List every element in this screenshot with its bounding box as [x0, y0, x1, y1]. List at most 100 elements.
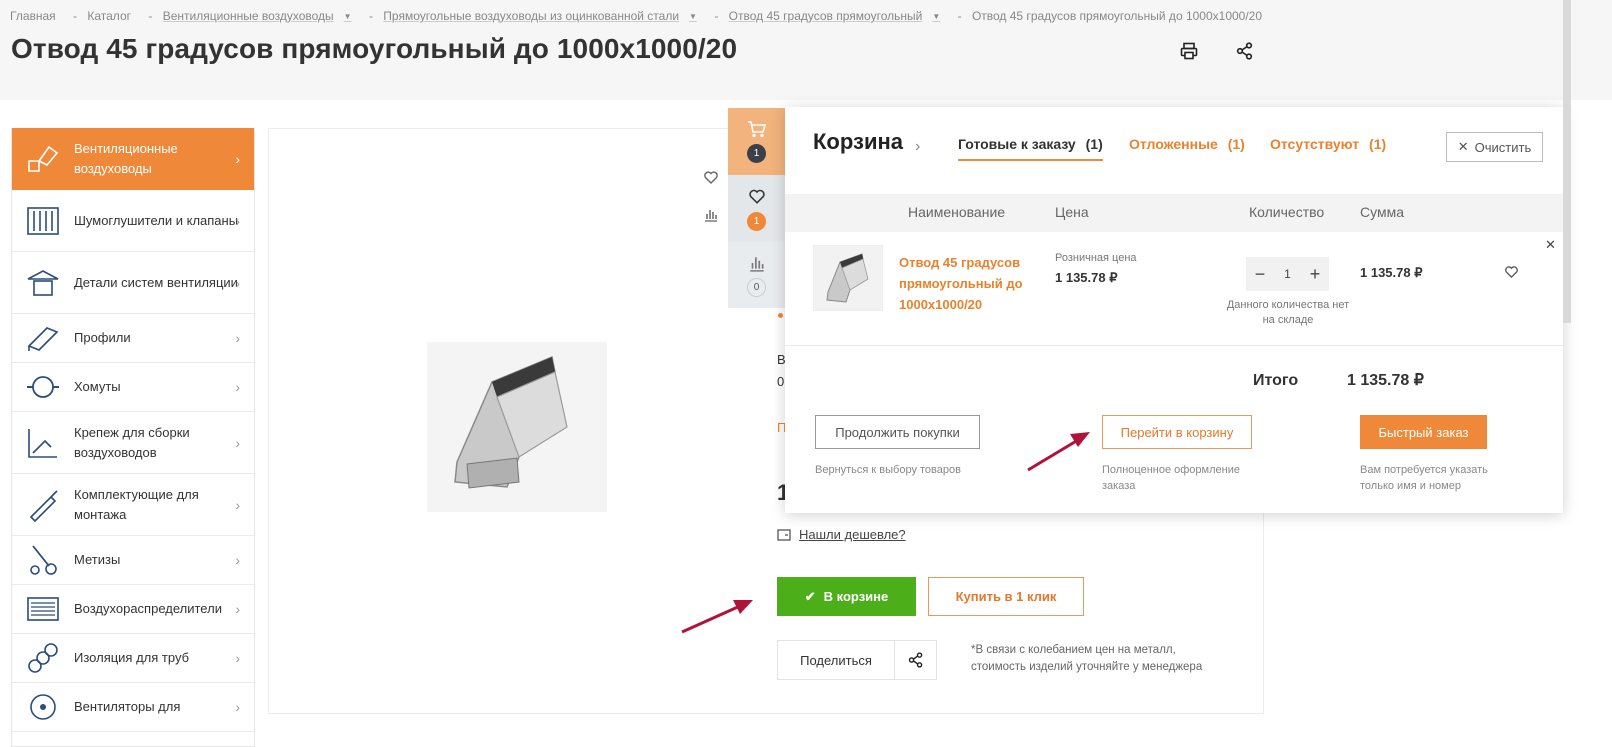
roof-cap-icon: [27, 269, 59, 296]
breadcrumb-item-current: Отвод 45 градусов прямоугольный до 1000x…: [971, 9, 1263, 23]
compare-chart-icon: [750, 257, 764, 272]
chevron-right-icon: ›: [235, 496, 240, 513]
cart-count-badge: 1: [747, 144, 766, 163]
page-header: Главная - Каталог - Вентиляционные возду…: [0, 0, 1612, 100]
page-scrollbar[interactable]: [1563, 0, 1571, 323]
share-icon-button[interactable]: [895, 641, 936, 679]
increase-quantity-button[interactable]: +: [1307, 264, 1323, 285]
sidebar-item-label: Вентиляторы для: [74, 699, 181, 714]
sidebar-item-ventilation-ducts[interactable]: Вентиляционные воздуховоды ›: [12, 128, 254, 190]
quantity-value[interactable]: 1: [1284, 267, 1291, 281]
chevron-right-icon: ›: [235, 699, 240, 715]
breadcrumb-item-ventilation-ducts[interactable]: Вентиляционные воздуховоды ▼: [163, 9, 359, 23]
breadcrumb-item-elbow-45[interactable]: Отвод 45 градусов прямоугольный ▼: [729, 9, 948, 23]
sidebar-item-fans[interactable]: Вентиляторы для ›: [12, 683, 254, 732]
sidebar-item-pipe-insulation[interactable]: Изоляция для труб ›: [12, 634, 254, 683]
chevron-right-icon: ›: [235, 552, 240, 568]
tab-ready-to-order[interactable]: Готовые к заказу (1): [958, 136, 1103, 161]
chevron-right-icon: ›: [235, 379, 240, 395]
slider-dot[interactable]: [778, 313, 783, 318]
cart-popup: Корзина › Готовые к заказу (1) Отложенны…: [785, 107, 1563, 513]
buy-one-click-button[interactable]: Купить в 1 клик: [928, 577, 1084, 616]
catalog-sidebar: Вентиляционные воздуховоды › Шумоглушите…: [11, 128, 255, 747]
clamp-icon: [27, 376, 59, 398]
sidebar-item-vent-parts[interactable]: Детали систем вентиляции ›: [12, 252, 254, 314]
sidebar-item-mounting[interactable]: Комплектующие для монтажа ›: [12, 474, 254, 536]
breadcrumb-separator: -: [148, 9, 153, 23]
tab-label: Отложенные: [1129, 136, 1218, 152]
chevron-right-icon: ›: [235, 151, 240, 167]
sidebar-item-silencers[interactable]: Шумоглушители и клапаны ›: [12, 190, 254, 252]
quantity-warning: Данного количества нет на складе: [1226, 299, 1350, 326]
side-favorites-button[interactable]: 1: [728, 175, 785, 242]
column-header-sum: Сумма: [1360, 204, 1404, 220]
cart-item-name-link[interactable]: Отвод 45 градусов прямоугольный до 1000x…: [899, 252, 1039, 315]
chevron-right-icon: ›: [235, 212, 240, 229]
remove-item-icon[interactable]: ✕: [1545, 237, 1556, 253]
breadcrumb-separator: -: [368, 9, 373, 23]
profile-icon: [27, 327, 59, 351]
breadcrumb-item-home[interactable]: Главная: [10, 9, 63, 23]
sidebar-item-profiles[interactable]: Профили ›: [12, 314, 254, 363]
sidebar-item-label: Комплектующие для монтажа: [74, 486, 199, 522]
total-label: Итого: [1253, 372, 1299, 389]
side-cart-button[interactable]: 1: [728, 108, 785, 175]
pipe-insulation-icon: [28, 643, 58, 673]
go-to-cart-button[interactable]: Перейти в корзину: [1102, 415, 1252, 449]
cart-item-sum: 1 135.78 ₽: [1360, 265, 1423, 280]
tab-deferred[interactable]: Отложенные (1): [1129, 136, 1245, 152]
tab-count: (1): [1369, 136, 1387, 152]
favorite-heart-icon[interactable]: [703, 169, 719, 185]
total-value: 1 135.78 ₽: [1347, 372, 1424, 389]
sidebar-item-label: Детали систем вентиляции: [74, 274, 238, 290]
sidebar-item-label: Метизы: [74, 552, 121, 567]
heart-icon: [749, 189, 765, 204]
fast-order-button[interactable]: Быстрый заказ: [1360, 415, 1487, 449]
tab-missing[interactable]: Отсутствуют (1): [1270, 136, 1386, 152]
product-image[interactable]: [427, 342, 607, 512]
defer-heart-icon[interactable]: [1504, 264, 1519, 279]
sidebar-item-fasteners[interactable]: Крепеж для сборки воздуховодов ›: [12, 412, 254, 474]
cart-item-price: 1 135.78 ₽: [1055, 270, 1118, 285]
found-cheaper-link[interactable]: Нашли дешевле?: [777, 527, 906, 542]
sidebar-item-clamps[interactable]: Хомуты ›: [12, 363, 254, 412]
sidebar-item-label: Воздухораспределители: [74, 601, 222, 616]
breadcrumb-separator: -: [73, 9, 78, 23]
sealant-gun-icon: [29, 489, 58, 522]
share-button[interactable]: Поделиться: [778, 641, 895, 679]
continue-shopping-button[interactable]: Продолжить покупки: [815, 415, 980, 449]
column-header-price: Цена: [1055, 204, 1089, 220]
share-icon[interactable]: [1236, 42, 1254, 60]
clear-cart-button[interactable]: ✕ Очистить: [1446, 132, 1543, 162]
floating-side-panel: 1 1 0: [728, 108, 785, 308]
fast-order-note: Вам потребуется указать только имя и ном…: [1360, 464, 1488, 492]
close-icon: ✕: [1457, 139, 1469, 154]
cart-table-header: Наименование Цена Количество Сумма: [785, 194, 1563, 232]
chevron-right-icon: ›: [235, 601, 240, 617]
cart-icon: [748, 121, 767, 138]
decrease-quantity-button[interactable]: −: [1252, 264, 1268, 285]
quantity-stepper: − 1 +: [1246, 257, 1329, 291]
side-compare-button[interactable]: 0: [728, 242, 785, 308]
cart-title[interactable]: Корзина: [813, 129, 903, 155]
breadcrumb-item-rect-ducts[interactable]: Прямоугольные воздуховоды из оцинкованно…: [383, 9, 704, 23]
share-icon: [908, 652, 922, 668]
page-title: Отвод 45 градусов прямоугольный до 1000x…: [11, 33, 738, 64]
sidebar-item-air-distributors[interactable]: Воздухораспределители ›: [12, 585, 254, 634]
caret-down-icon: ▼: [343, 12, 352, 21]
silencer-icon: [27, 206, 59, 235]
sidebar-item-label: Вентиляционные воздуховоды: [74, 141, 178, 176]
in-cart-button[interactable]: ✔ В корзине: [777, 577, 916, 616]
chevron-right-icon: ›: [235, 650, 240, 666]
column-header-name: Наименование: [908, 204, 1006, 220]
cart-item-thumbnail[interactable]: [813, 245, 883, 311]
fastener-icon: [28, 428, 57, 458]
breadcrumb-item-catalog[interactable]: Каталог: [87, 9, 138, 23]
sidebar-item-label: Хомуты: [74, 379, 121, 394]
printer-icon[interactable]: [1180, 42, 1198, 60]
compare-chart-icon[interactable]: [703, 206, 719, 222]
sidebar-item-hardware[interactable]: Метизы ›: [12, 536, 254, 585]
divider: [785, 345, 1563, 346]
caret-down-icon: ▼: [932, 12, 941, 21]
breadcrumb: Главная - Каталог - Вентиляционные возду…: [10, 9, 1269, 23]
